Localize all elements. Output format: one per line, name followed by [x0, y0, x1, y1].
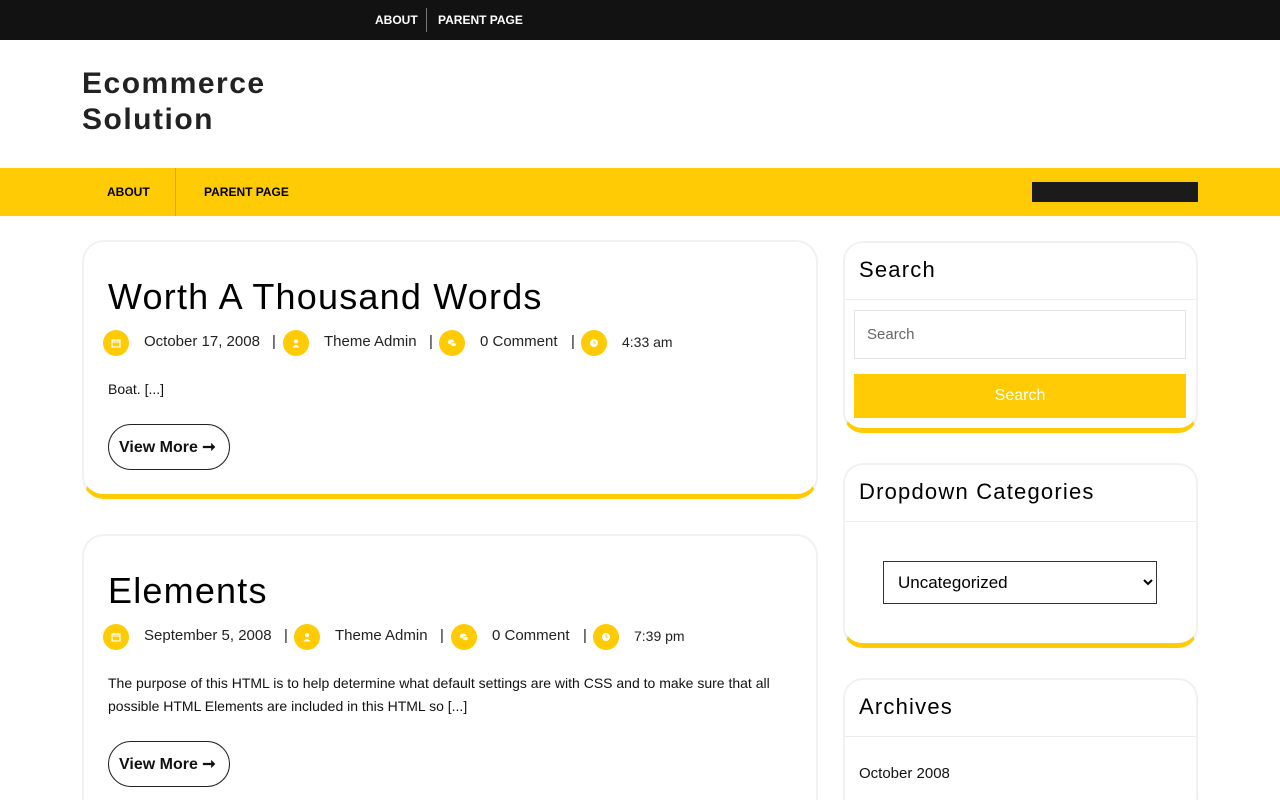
categories-widget-title: Dropdown Categories — [859, 479, 1095, 504]
post-excerpt: Boat. [...] — [108, 381, 165, 397]
nav-search-input[interactable] — [1032, 182, 1198, 202]
top-bar: ABOUT PARENT PAGE — [0, 0, 1280, 40]
user-icon — [283, 330, 309, 356]
post-title[interactable]: Worth A Thousand Words — [108, 276, 543, 318]
post-comments[interactable]: 0 Comment — [480, 330, 558, 354]
search-widget-title: Search — [859, 257, 936, 282]
post-date[interactable]: October 17, 2008 — [144, 330, 260, 354]
meta-separator: | — [272, 333, 276, 350]
calendar-icon — [103, 624, 129, 650]
site-title-line-2: Solution — [82, 103, 214, 136]
top-nav-parent-page[interactable]: PARENT PAGE — [438, 0, 523, 40]
search-input[interactable] — [854, 310, 1186, 359]
post-author[interactable]: Theme Admin — [335, 624, 428, 648]
view-more-button[interactable]: View More ➞ — [108, 424, 230, 470]
post-meta: September 5, 2008 | Theme Admin | 0 Comm… — [103, 624, 793, 650]
archives-widget: Archives October 2008 — [843, 678, 1198, 800]
meta-separator: | — [284, 627, 288, 644]
site-title-line-1: Ecommerce — [82, 67, 266, 100]
site-title[interactable]: Ecommerce Solution — [82, 66, 382, 138]
view-more-button[interactable]: View More ➞ — [108, 741, 230, 787]
widget-divider — [845, 736, 1196, 737]
widget-divider — [845, 299, 1196, 300]
post-title[interactable]: Elements — [108, 570, 268, 612]
top-nav-about[interactable]: ABOUT — [375, 0, 418, 40]
main-nav-divider — [175, 168, 176, 216]
post-excerpt: The purpose of this HTML is to help dete… — [108, 675, 770, 714]
comments-icon — [439, 330, 465, 356]
comments-icon — [451, 624, 477, 650]
post-comments[interactable]: 0 Comment — [492, 624, 570, 648]
category-select[interactable]: Uncategorized — [883, 561, 1157, 604]
user-icon — [294, 624, 320, 650]
meta-separator: | — [583, 627, 587, 644]
widget-divider — [845, 521, 1196, 522]
meta-separator: | — [429, 333, 433, 350]
post-card: Elements September 5, 2008 | Theme Admin… — [82, 534, 818, 800]
categories-widget: Dropdown Categories Uncategorized — [843, 463, 1198, 648]
meta-separator: | — [440, 627, 444, 644]
calendar-icon — [103, 330, 129, 356]
clock-icon — [593, 624, 619, 650]
post-card: Worth A Thousand Words October 17, 2008 … — [82, 240, 818, 499]
search-button[interactable]: Search — [854, 374, 1186, 418]
main-nav: ABOUT PARENT PAGE — [0, 168, 1280, 216]
search-widget: Search Search — [843, 241, 1198, 433]
main-nav-about[interactable]: ABOUT — [107, 168, 150, 216]
archive-link[interactable]: October 2008 — [859, 765, 950, 782]
top-nav-divider — [426, 8, 427, 32]
meta-separator: | — [571, 333, 575, 350]
post-meta: October 17, 2008 | Theme Admin | 0 Comme… — [103, 330, 793, 356]
post-time: 4:33 am — [622, 334, 673, 350]
clock-icon — [581, 330, 607, 356]
post-time: 7:39 pm — [634, 628, 685, 644]
archives-widget-title: Archives — [859, 694, 953, 719]
post-date[interactable]: September 5, 2008 — [144, 624, 272, 648]
main-nav-parent-page[interactable]: PARENT PAGE — [204, 168, 289, 216]
post-author[interactable]: Theme Admin — [324, 330, 417, 354]
